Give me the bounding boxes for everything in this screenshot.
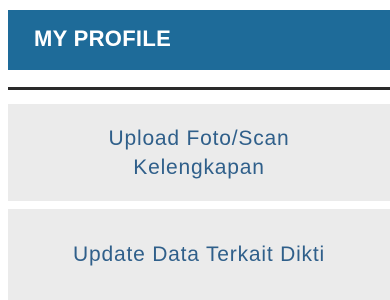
panel-title: MY PROFILE xyxy=(34,26,172,51)
panel-header: MY PROFILE xyxy=(8,10,390,70)
header-divider xyxy=(8,87,390,90)
upload-foto-scan-label: Upload Foto/Scan Kelengkapan xyxy=(108,126,290,179)
my-profile-panel: MY PROFILE Upload Foto/Scan Kelengkapan … xyxy=(0,0,390,300)
upload-foto-scan-link[interactable]: Upload Foto/Scan Kelengkapan xyxy=(8,104,390,201)
update-data-dikti-label: Update Data Terkait Dikti xyxy=(73,243,325,266)
update-data-dikti-link[interactable]: Update Data Terkait Dikti xyxy=(8,209,390,300)
